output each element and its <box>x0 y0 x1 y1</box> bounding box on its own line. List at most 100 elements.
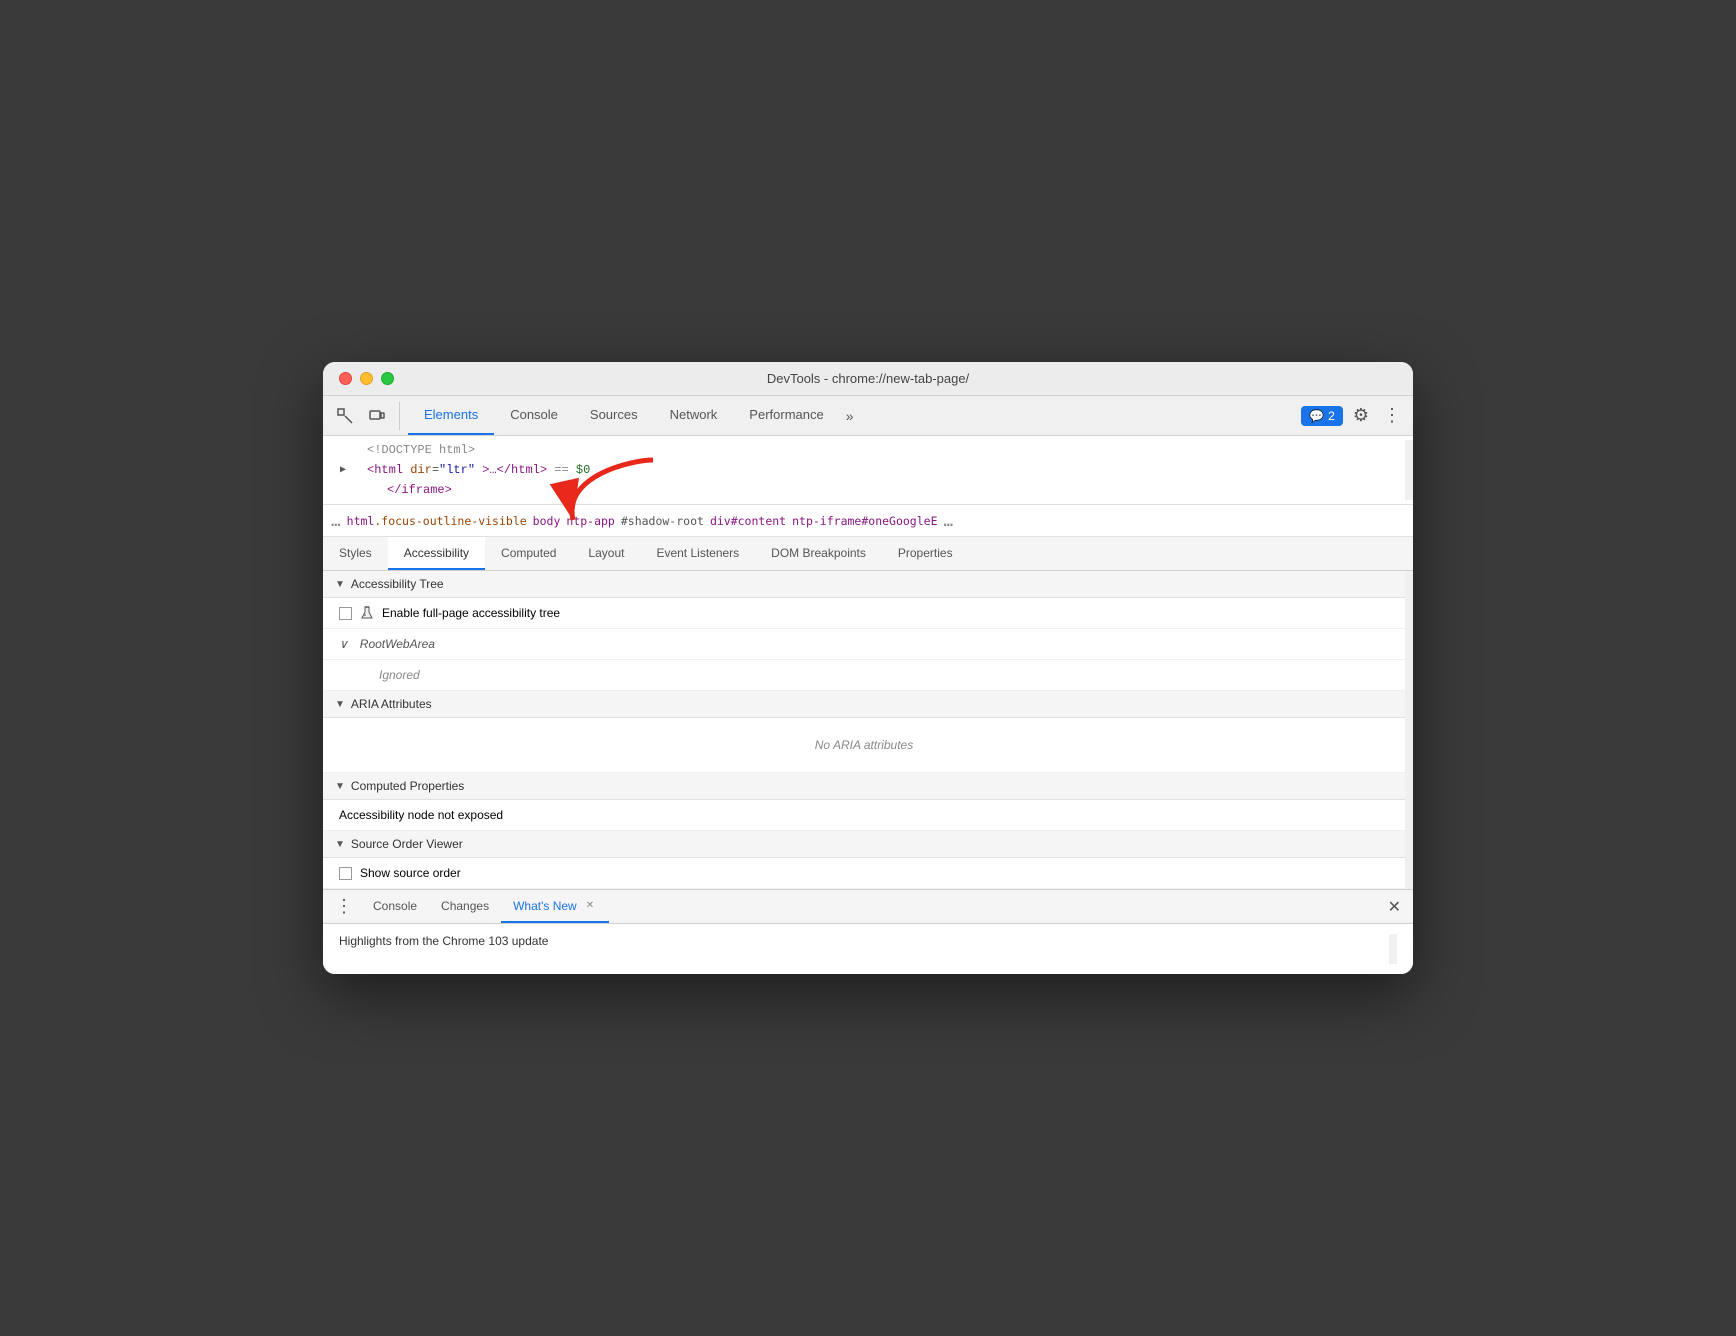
tab-network[interactable]: Network <box>654 396 734 435</box>
tab-dom-breakpoints[interactable]: DOM Breakpoints <box>755 537 882 570</box>
drawer-tab-whats-new[interactable]: What's New ✕ <box>501 890 609 923</box>
tab-computed[interactable]: Computed <box>485 537 572 570</box>
tab-elements[interactable]: Elements <box>408 396 494 435</box>
drawer-tab-console[interactable]: Console <box>361 890 429 923</box>
drawer-tabs: ⋮ Console Changes What's New ✕ ✕ <box>323 890 1413 924</box>
drawer-tab-close-icon[interactable]: ✕ <box>583 898 597 913</box>
tab-event-listeners[interactable]: Event Listeners <box>640 537 755 570</box>
drawer-content-text: Highlights from the Chrome 103 update <box>339 934 548 948</box>
close-button[interactable] <box>339 372 352 385</box>
accessibility-content: ▼ Accessibility Tree Enable full-page ac… <box>323 571 1405 889</box>
panel-tabs: Styles Accessibility Computed Layout Eve… <box>323 537 1413 571</box>
maximize-button[interactable] <box>381 372 394 385</box>
bc-html[interactable]: html.focus-outline-visible <box>347 514 527 528</box>
bc-shadow-root[interactable]: #shadow-root <box>621 514 704 528</box>
inspect-element-button[interactable] <box>331 402 359 430</box>
window-title: DevTools - chrome://new-tab-page/ <box>767 371 969 386</box>
dom-scrollbar[interactable] <box>1405 440 1413 500</box>
bc-div-content[interactable]: div#content <box>710 514 786 528</box>
dom-expand-html[interactable]: ▶ <box>323 464 363 476</box>
breadcrumb-dots[interactable]: … <box>331 511 341 530</box>
minimize-button[interactable] <box>360 372 373 385</box>
tab-accessibility[interactable]: Accessibility <box>388 537 485 570</box>
main-scrollbar[interactable] <box>1405 571 1413 889</box>
tab-properties[interactable]: Properties <box>882 537 969 570</box>
enable-full-page-checkbox[interactable] <box>339 607 352 620</box>
dom-doctype: <!DOCTYPE html> <box>363 443 1405 457</box>
drawer-main-content: Highlights from the Chrome 103 update <box>339 934 1389 964</box>
drawer-console-label: Console <box>373 899 417 913</box>
devtools-window: DevTools - chrome://new-tab-page/ Elemen… <box>323 362 1413 974</box>
tree-collapse-icon: ▼ <box>335 579 345 590</box>
toolbar-icons <box>331 402 400 430</box>
settings-button[interactable]: ⚙ <box>1349 401 1373 430</box>
dom-line-iframe[interactable]: </iframe> <box>323 480 1405 500</box>
ignored-label: Ignored <box>379 668 420 682</box>
drawer-kebab-icon[interactable]: ⋮ <box>327 892 361 921</box>
computed-properties-label: Computed Properties <box>351 779 464 793</box>
main-tabs: Elements Console Sources Network Perform… <box>408 396 1301 435</box>
show-source-order-checkbox[interactable] <box>339 867 352 880</box>
ignored-row: Ignored <box>323 660 1405 691</box>
tab-layout[interactable]: Layout <box>572 537 640 570</box>
dom-html: <html dir="ltr" >…</html> == $0 <box>363 463 1405 477</box>
aria-attributes-label: ARIA Attributes <box>351 697 432 711</box>
flask-icon <box>360 606 374 620</box>
bc-more[interactable]: … <box>944 511 954 530</box>
drawer-scrollbar[interactable] <box>1389 934 1397 964</box>
not-exposed-label: Accessibility node not exposed <box>339 808 503 822</box>
source-order-header[interactable]: ▼ Source Order Viewer <box>323 831 1405 858</box>
breadcrumb: … html.focus-outline-visible body ntp-ap… <box>323 505 1413 537</box>
root-web-area-label: RootWebArea <box>360 637 435 651</box>
no-aria-text: No ARIA attributes <box>339 726 1389 764</box>
enable-full-page-label: Enable full-page accessibility tree <box>382 606 560 620</box>
tab-performance[interactable]: Performance <box>733 396 839 435</box>
dom-line-doctype[interactable]: <!DOCTYPE html> <box>323 440 1405 460</box>
show-source-order-row: Show source order <box>323 858 1405 889</box>
aria-attributes-header[interactable]: ▼ ARIA Attributes <box>323 691 1405 718</box>
accessibility-panel: ▼ Accessibility Tree Enable full-page ac… <box>323 571 1413 889</box>
dom-line-html[interactable]: ▶ <html dir="ltr" >…</html> == $0 <box>323 460 1405 480</box>
more-tabs-button[interactable]: » <box>840 396 860 435</box>
not-exposed-row: Accessibility node not exposed <box>323 800 1405 831</box>
toolbar-right: 💬 2 ⚙ ⋮ <box>1301 401 1405 430</box>
breadcrumb-container: … html.focus-outline-visible body ntp-ap… <box>323 505 1413 537</box>
inspect-icon <box>337 408 353 424</box>
dom-panel: <!DOCTYPE html> ▶ <html dir="ltr" >…</ht… <box>323 436 1413 505</box>
feedback-count: 2 <box>1328 409 1335 423</box>
aria-collapse-icon: ▼ <box>335 699 345 710</box>
computed-properties-header[interactable]: ▼ Computed Properties <box>323 773 1405 800</box>
drawer-whats-new-label: What's New <box>513 899 577 913</box>
source-order-label: Source Order Viewer <box>351 837 463 851</box>
feedback-button[interactable]: 💬 2 <box>1301 406 1343 426</box>
title-bar: DevTools - chrome://new-tab-page/ <box>323 362 1413 396</box>
bc-ntp-iframe[interactable]: ntp-iframe#oneGoogleE <box>792 514 937 528</box>
bc-body[interactable]: body <box>533 514 561 528</box>
main-toolbar: Elements Console Sources Network Perform… <box>323 396 1413 436</box>
dom-content: <!DOCTYPE html> ▶ <html dir="ltr" >…</ht… <box>323 440 1405 500</box>
drawer-content-area: Highlights from the Chrome 103 update <box>323 924 1413 974</box>
feedback-icon: 💬 <box>1309 409 1324 423</box>
root-web-area-row[interactable]: ∨ RootWebArea <box>323 629 1405 660</box>
drawer-tab-changes[interactable]: Changes <box>429 890 501 923</box>
source-order-collapse-icon: ▼ <box>335 839 345 850</box>
enable-full-page-row: Enable full-page accessibility tree <box>323 598 1405 629</box>
dom-iframe-close: </iframe> <box>363 483 1405 497</box>
tab-sources[interactable]: Sources <box>574 396 654 435</box>
show-source-order-label: Show source order <box>360 866 461 880</box>
root-expand-icon: ∨ <box>339 637 348 651</box>
tab-styles[interactable]: Styles <box>323 537 388 570</box>
kebab-menu-button[interactable]: ⋮ <box>1379 401 1405 430</box>
accessibility-tree-header[interactable]: ▼ Accessibility Tree <box>323 571 1405 598</box>
computed-collapse-icon: ▼ <box>335 781 345 792</box>
traffic-lights <box>339 372 394 385</box>
tab-console[interactable]: Console <box>494 396 574 435</box>
no-aria-row: No ARIA attributes <box>323 718 1405 773</box>
device-toggle-button[interactable] <box>363 402 391 430</box>
bottom-drawer: ⋮ Console Changes What's New ✕ ✕ Highlig… <box>323 889 1413 974</box>
drawer-changes-label: Changes <box>441 899 489 913</box>
drawer-close-button[interactable]: ✕ <box>1380 893 1409 921</box>
device-icon <box>369 408 385 424</box>
accessibility-tree-label: Accessibility Tree <box>351 577 444 591</box>
bc-ntp-app[interactable]: ntp-app <box>566 514 614 528</box>
